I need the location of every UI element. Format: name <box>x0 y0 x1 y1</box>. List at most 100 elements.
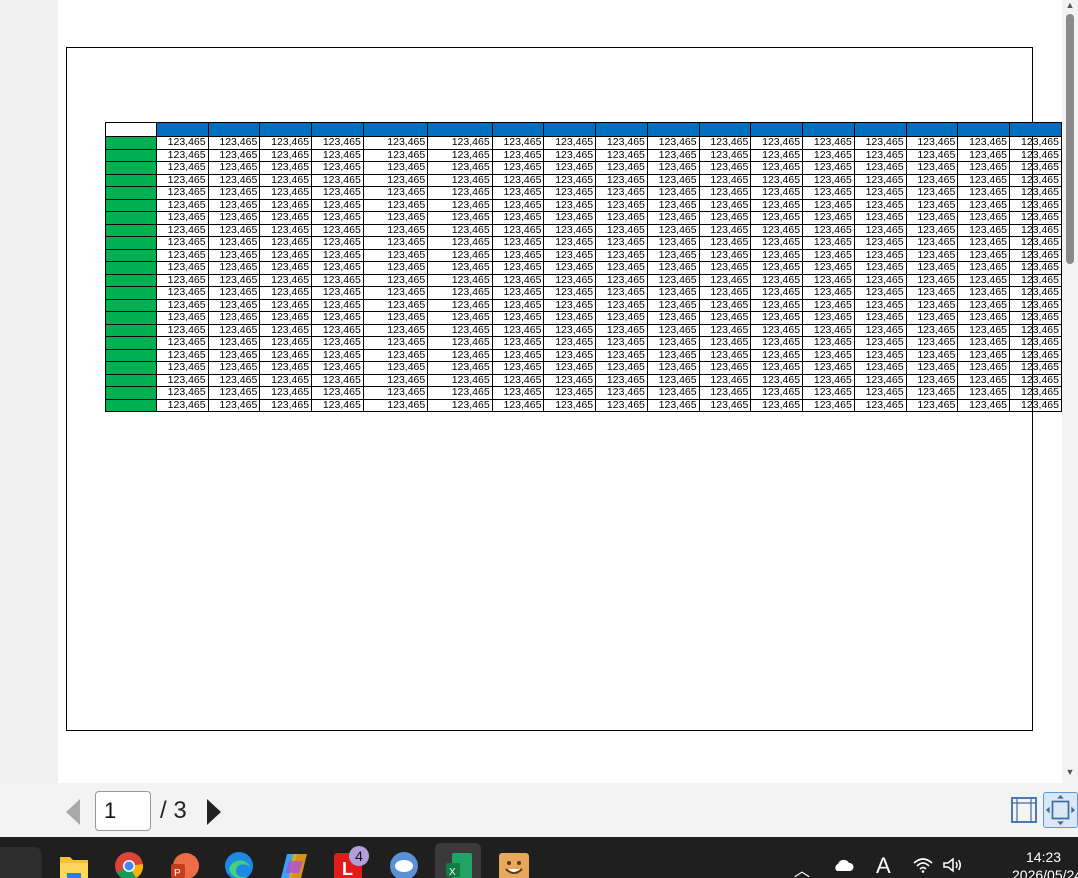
table-cell: 123,465 <box>957 273 1011 287</box>
table-cell: 123,465 <box>698 273 752 287</box>
table-cell: 123,465 <box>491 198 545 212</box>
row-header-cell <box>105 323 157 337</box>
table-cell: 123,465 <box>646 311 700 325</box>
table-cell: 123,465 <box>802 248 855 262</box>
table-cell: 123,465 <box>595 398 648 412</box>
table-cell: 123,465 <box>750 286 804 300</box>
row-header-cell <box>105 311 157 325</box>
column-header-cell <box>311 122 364 137</box>
column-header-cell <box>905 122 959 137</box>
scroll-down-arrow-icon[interactable]: ▼ <box>1065 767 1075 777</box>
table-cell: 123,465 <box>259 323 313 337</box>
table-cell: 123,465 <box>957 173 1011 187</box>
table-cell: 123,465 <box>646 373 700 387</box>
table-cell: 123,465 <box>207 348 261 362</box>
table-cell: 123,465 <box>595 148 648 162</box>
table-cell: 123,465 <box>750 148 804 162</box>
table-cell: 123,465 <box>698 186 752 200</box>
table-cell: 123,465 <box>207 286 261 300</box>
table-cell: 123,465 <box>207 136 261 150</box>
table-cell: 123,465 <box>905 136 959 150</box>
table-cell: 123,465 <box>957 248 1011 262</box>
table-cell: 123,465 <box>543 136 597 150</box>
table-cell: 123,465 <box>155 261 209 275</box>
show-hidden-icons-chevron-icon[interactable]: ︿ <box>794 857 810 878</box>
excel-icon[interactable]: X <box>444 851 474 878</box>
emoji-app-icon[interactable] <box>499 851 529 878</box>
table-cell: 123,465 <box>311 336 364 350</box>
table-row: 123,465 123,465 123,465 123,465 123,465 123,4… <box>105 336 1062 350</box>
table-cell: 123,465 <box>1009 161 1062 175</box>
table-cell: 123,465 <box>853 161 907 175</box>
table-cell: 123,465 <box>905 261 959 275</box>
table-cell: 123,465 <box>646 336 700 350</box>
page-margins-icon[interactable] <box>1008 794 1040 826</box>
table-cell: 123,465 <box>311 286 364 300</box>
scrollbar-thumb[interactable] <box>1066 14 1074 264</box>
table-cell: 123,465 <box>427 373 493 387</box>
table-cell: 123,465 <box>905 198 959 212</box>
table-cell: 123,465 <box>427 336 493 350</box>
table-cell: 123,465 <box>155 311 209 325</box>
file-explorer-icon[interactable] <box>59 851 89 878</box>
table-row: 123,465 123,465 123,465 123,465 123,465 123,4… <box>105 348 1062 362</box>
table-cell: 123,465 <box>362 186 429 200</box>
clock-time[interactable]: 14:23 <box>1026 849 1061 865</box>
table-cell: 123,465 <box>207 223 261 237</box>
edge-icon[interactable] <box>224 851 254 878</box>
start-button[interactable] <box>0 847 42 878</box>
copilot-icon[interactable] <box>279 851 309 878</box>
table-cell: 123,465 <box>259 336 313 350</box>
windows-taskbar: P L 4 X ︿ A 14:23 2026/05/24 <box>0 837 1078 878</box>
table-cell: 123,465 <box>543 173 597 187</box>
table-cell: 123,465 <box>802 198 855 212</box>
table-cell: 123,465 <box>905 223 959 237</box>
table-cell: 123,465 <box>905 398 959 412</box>
table-cell: 123,465 <box>543 373 597 387</box>
wifi-icon[interactable] <box>913 857 933 873</box>
table-row: 123,465 123,465 123,465 123,465 123,465 123,4… <box>105 311 1062 325</box>
volume-icon[interactable] <box>942 857 962 873</box>
table-cell: 123,465 <box>802 398 855 412</box>
vertical-scrollbar[interactable]: ▲ ▼ <box>1062 0 1078 783</box>
table-cell: 123,465 <box>957 261 1011 275</box>
table-cell: 123,465 <box>259 186 313 200</box>
table-cell: 123,465 <box>311 386 364 400</box>
table-cell: 123,465 <box>698 336 752 350</box>
table-cell: 123,465 <box>259 311 313 325</box>
table-cell: 123,465 <box>1009 386 1062 400</box>
clock-date[interactable]: 2026/05/24 <box>1012 867 1078 878</box>
table-cell: 123,465 <box>957 236 1011 250</box>
onedrive-cloud-icon[interactable] <box>832 857 854 873</box>
table-cell: 123,465 <box>595 236 648 250</box>
page-number-input[interactable] <box>95 791 151 831</box>
table-cell: 123,465 <box>491 361 545 375</box>
powerpoint-icon[interactable]: P <box>169 851 199 878</box>
table-cell: 123,465 <box>207 361 261 375</box>
chrome-icon[interactable] <box>114 851 144 878</box>
next-page-icon[interactable] <box>207 799 221 825</box>
table-cell: 123,465 <box>427 386 493 400</box>
table-cell: 123,465 <box>698 361 752 375</box>
chat-app-icon[interactable] <box>389 851 419 878</box>
table-cell: 123,465 <box>491 186 545 200</box>
table-cell: 123,465 <box>207 298 261 312</box>
input-method-indicator[interactable]: A <box>876 853 891 878</box>
table-cell: 123,465 <box>543 248 597 262</box>
table-cell: 123,465 <box>750 223 804 237</box>
table-cell: 123,465 <box>207 273 261 287</box>
table-cell: 123,465 <box>1009 223 1062 237</box>
table-cell: 123,465 <box>207 386 261 400</box>
table-cell: 123,465 <box>957 311 1011 325</box>
table-cell: 123,465 <box>491 286 545 300</box>
table-cell: 123,465 <box>155 236 209 250</box>
zoom-to-page-icon[interactable] <box>1043 792 1078 828</box>
table-cell: 123,465 <box>905 373 959 387</box>
table-cell: 123,465 <box>595 361 648 375</box>
page-navigation-bar: / 3 <box>0 783 1078 837</box>
table-cell: 123,465 <box>427 211 493 225</box>
table-cell: 123,465 <box>259 161 313 175</box>
table-cell: 123,465 <box>362 298 429 312</box>
scroll-up-arrow-icon[interactable]: ▲ <box>1065 0 1075 10</box>
previous-page-icon[interactable] <box>66 799 80 825</box>
